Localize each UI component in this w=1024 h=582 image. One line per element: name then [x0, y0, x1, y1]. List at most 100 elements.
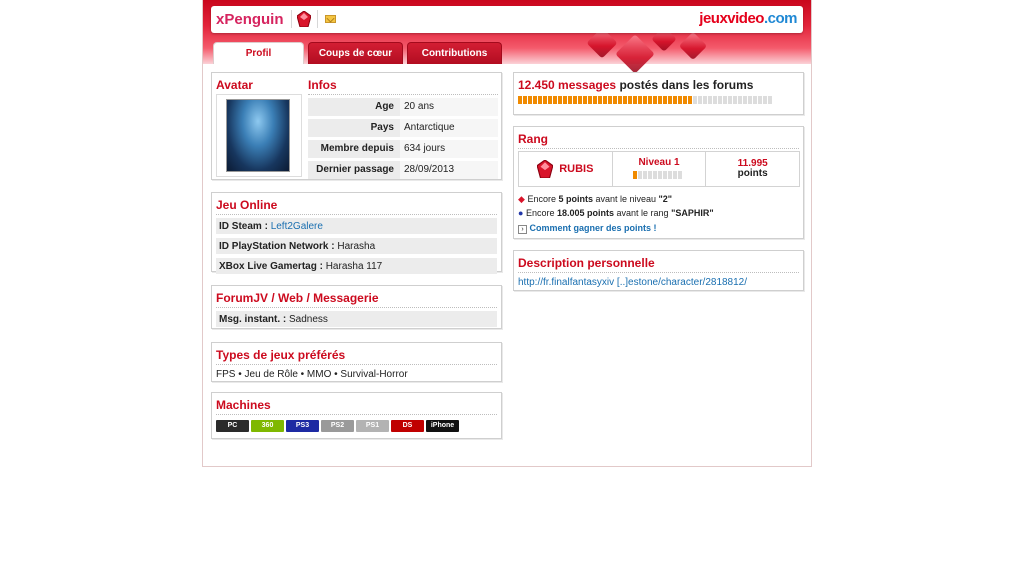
- forumjv-box: ForumJV / Web / Messagerie Msg. instant.…: [211, 285, 502, 329]
- next-level-line: ◆ Encore 5 points avant le niveau "2": [518, 194, 673, 204]
- progress-segment: [563, 96, 567, 104]
- messages-box: 12.450 messages postés dans les forums: [513, 72, 804, 115]
- arrow-right-icon: ›: [518, 225, 527, 234]
- info-row-dernier-passage: Dernier passage 28/09/2013: [308, 161, 498, 179]
- progress-segment: [668, 96, 672, 104]
- rank-name-cell: RUBIS: [519, 152, 613, 186]
- description-link[interactable]: http://fr.finalfantasyxiv [..]estone/cha…: [518, 277, 799, 288]
- progress-segment: [583, 96, 587, 104]
- progress-segment: [748, 96, 752, 104]
- rang-box: Rang RUBIS Niveau 1 11.995 points ◆ Enco…: [513, 126, 804, 239]
- info-row-membre: Membre depuis 634 jours: [308, 140, 498, 158]
- progress-segment: [677, 171, 682, 179]
- machine-badge-ds: DS: [391, 420, 424, 432]
- progress-segment: [603, 96, 607, 104]
- progress-segment: [608, 96, 612, 104]
- jeuxvideo-logo[interactable]: jeuxvideo.com: [699, 10, 797, 27]
- machines-heading: Machines: [216, 393, 497, 415]
- how-to-earn-row: › Comment gagner des points !: [518, 223, 803, 234]
- progress-segment: [667, 171, 672, 179]
- progress-segment: [698, 96, 702, 104]
- machine-badge-ps2: PS2: [321, 420, 354, 432]
- types-box: Types de jeux préférés FPS • Jeu de Rôle…: [211, 342, 502, 382]
- forumjv-heading: ForumJV / Web / Messagerie: [216, 286, 497, 308]
- progress-segment: [598, 96, 602, 104]
- progress-segment: [657, 171, 662, 179]
- progress-segment: [538, 96, 542, 104]
- how-to-earn-link[interactable]: Comment gagner des points !: [530, 223, 657, 233]
- steam-link[interactable]: Left2Galere: [271, 221, 323, 232]
- ruby-mini-icon: ◆: [518, 194, 525, 204]
- progress-segment: [658, 96, 662, 104]
- machine-badge-360: 360: [251, 420, 284, 432]
- progress-segment: [573, 96, 577, 104]
- progress-segment: [648, 96, 652, 104]
- info-row-age: Age 20 ans: [308, 98, 498, 116]
- mail-icon[interactable]: [325, 15, 336, 23]
- jeu-online-box: Jeu Online ID Steam : Left2Galere ID Pla…: [211, 192, 502, 275]
- steam-row: ID Steam : Left2Galere: [216, 218, 497, 235]
- progress-segment: [723, 96, 727, 104]
- next-rank-line: ● Encore 18.005 points avant le rang "SA…: [518, 208, 714, 218]
- niveau-cell: Niveau 1: [613, 152, 707, 186]
- types-text: FPS • Jeu de Rôle • MMO • Survival-Horro…: [216, 369, 408, 380]
- progress-segment: [548, 96, 552, 104]
- progress-segment: [647, 171, 652, 179]
- username-title: xPenguin: [216, 11, 284, 28]
- profile-frame: xPenguin jeuxvideo.com Profil Coups de c…: [202, 0, 812, 467]
- niveau-label: Niveau 1: [638, 157, 680, 168]
- progress-segment: [652, 171, 657, 179]
- machine-badge-ps1: PS1: [356, 420, 389, 432]
- progress-segment: [693, 96, 697, 104]
- progress-segment: [633, 96, 637, 104]
- machines-box: Machines PC 360 PS3 PS2 PS1 DS iPhone: [211, 392, 502, 439]
- machine-badge-iphone: iPhone: [426, 420, 459, 432]
- progress-segment: [518, 96, 522, 104]
- progress-segment: [683, 96, 687, 104]
- progress-segment: [703, 96, 707, 104]
- progress-segment: [568, 96, 572, 104]
- tab-profil[interactable]: Profil: [213, 42, 304, 64]
- progress-segment: [678, 96, 682, 104]
- progress-segment: [578, 96, 582, 104]
- ruby-decoration: [678, 31, 708, 61]
- info-row-pays: Pays Antarctique: [308, 119, 498, 137]
- progress-segment: [613, 96, 617, 104]
- progress-segment: [642, 171, 647, 179]
- avatar-heading: Avatar: [216, 73, 302, 95]
- ruby-decoration: [615, 34, 655, 74]
- tab-coups-de-coeur[interactable]: Coups de cœur: [308, 42, 403, 64]
- psn-row: ID PlayStation Network : Harasha: [216, 238, 497, 255]
- points-label: points: [737, 168, 768, 179]
- progress-segment: [638, 96, 642, 104]
- progress-segment: [623, 96, 627, 104]
- machines-list: PC 360 PS3 PS2 PS1 DS iPhone: [216, 419, 497, 432]
- rang-heading: Rang: [518, 127, 799, 149]
- progress-segment: [653, 96, 657, 104]
- progress-segment: [673, 96, 677, 104]
- progress-segment: [543, 96, 547, 104]
- progress-segment: [618, 96, 622, 104]
- niveau-progress-bar: [632, 171, 706, 179]
- progress-segment: [523, 96, 527, 104]
- progress-segment: [533, 96, 537, 104]
- progress-segment: [728, 96, 732, 104]
- rank-grid: RUBIS Niveau 1 11.995 points: [518, 151, 800, 187]
- progress-segment: [553, 96, 557, 104]
- description-box: Description personnelle http://fr.finalf…: [513, 250, 804, 291]
- progress-segment: [738, 96, 742, 104]
- types-heading: Types de jeux préférés: [216, 343, 497, 365]
- progress-segment: [593, 96, 597, 104]
- rank-name: RUBIS: [559, 163, 594, 175]
- top-bar: xPenguin jeuxvideo.com: [211, 6, 803, 33]
- msg-instant-row: Msg. instant. : Sadness: [216, 311, 497, 328]
- progress-segment: [632, 171, 637, 179]
- infos-section: Infos Age 20 ans Pays Antarctique Membre d…: [308, 73, 498, 179]
- tab-contributions[interactable]: Contributions: [407, 42, 502, 64]
- progress-segment: [588, 96, 592, 104]
- progress-segment: [558, 96, 562, 104]
- avatar-infos-box: Avatar Infos Age 20 ans Pays Antarctique M…: [211, 72, 502, 180]
- messages-progress-bar: [518, 96, 799, 104]
- description-heading: Description personnelle: [518, 251, 799, 273]
- avatar[interactable]: [226, 99, 290, 172]
